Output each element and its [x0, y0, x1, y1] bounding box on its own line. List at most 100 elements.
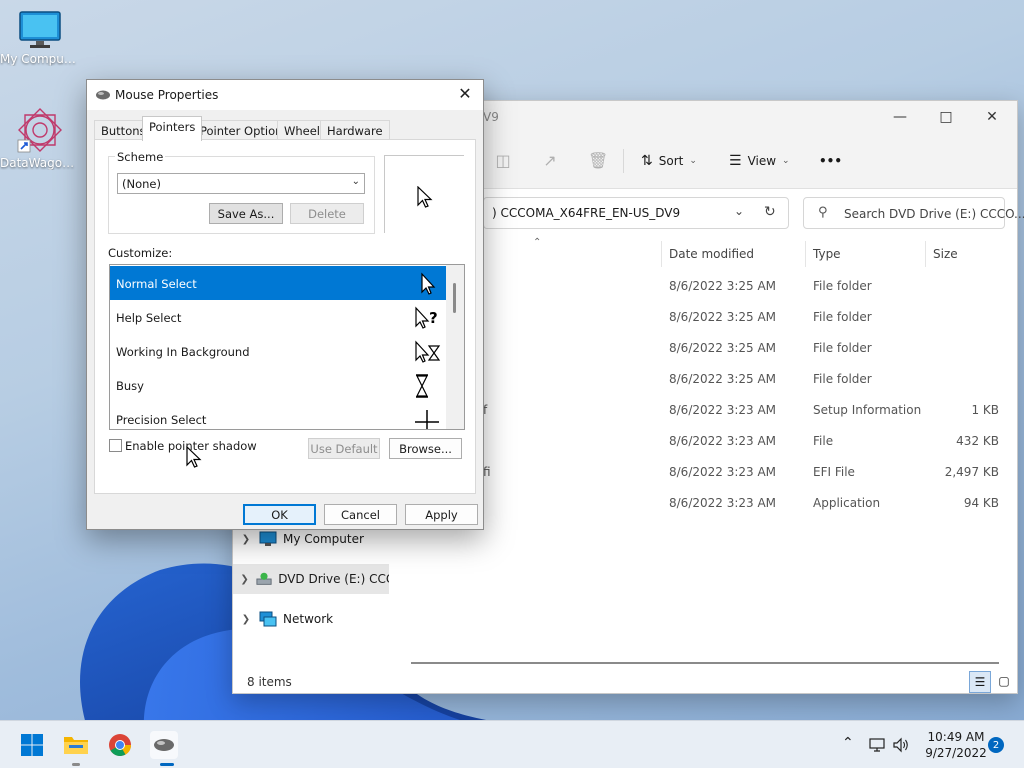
start-button[interactable] — [18, 731, 46, 759]
use-default-button[interactable]: Use Default — [308, 438, 380, 459]
share-icon[interactable]: ↗ — [540, 151, 560, 171]
clock-date: 9/27/2022 — [925, 746, 987, 760]
dialog-title: Mouse Properties — [115, 88, 219, 102]
address-path: CCCOMA_X64FRE_EN-US_DV9 — [500, 206, 681, 220]
vertical-scrollbar[interactable] — [446, 265, 464, 429]
file-row[interactable]: 8/6/2022 3:23 AM File 432 KB — [483, 426, 1003, 457]
scrollbar-thumb[interactable] — [453, 283, 456, 313]
close-button[interactable]: ✕ — [969, 101, 1015, 133]
list-item[interactable]: Precision Select — [110, 402, 446, 429]
column-header-date[interactable]: Date modified — [669, 247, 754, 261]
tab-pointers[interactable]: Pointers — [142, 116, 203, 141]
cancel-button[interactable]: Cancel — [324, 504, 397, 525]
desktop-icon-label: DataWagon... — [0, 156, 80, 170]
windows-logo-icon — [21, 734, 43, 756]
search-box[interactable]: ⚲ Search DVD Drive (E:) CCCO... — [803, 197, 1024, 229]
sort-button[interactable]: ⇅ Sort ⌄ — [641, 151, 697, 171]
file-explorer-taskbar-button[interactable] — [62, 731, 90, 759]
ok-button[interactable]: OK — [243, 504, 316, 525]
datawagon-logo-icon — [17, 108, 62, 153]
system-clock[interactable]: 10:49 AM 9/27/2022 — [920, 729, 992, 761]
address-prefix: ) — [492, 206, 497, 220]
mouse-properties-taskbar-button[interactable] — [150, 731, 178, 759]
view-label: View — [747, 154, 777, 168]
chevron-down-icon[interactable]: ⌄ — [734, 204, 744, 218]
file-size: 1 KB — [971, 403, 999, 417]
details-view-icon[interactable]: ☰ — [969, 671, 991, 693]
mouse-properties-dialog[interactable]: Mouse Properties ✕ Buttons Pointers Poin… — [86, 79, 484, 530]
chrome-taskbar-button[interactable] — [106, 731, 134, 759]
delete-button[interactable]: Delete — [290, 203, 364, 224]
hourglass-icon — [416, 374, 428, 398]
file-type: EFI File — [813, 465, 855, 479]
dvd-drive-icon — [256, 572, 272, 585]
file-row[interactable]: fi 8/6/2022 3:23 AM EFI File 2,497 KB — [483, 457, 1003, 488]
list-item[interactable]: Help Select ? — [110, 300, 446, 334]
tab-hardware[interactable]: Hardware — [320, 120, 390, 140]
pointer-label: Precision Select — [116, 413, 207, 427]
refresh-icon[interactable]: ↻ — [764, 204, 776, 220]
nav-item-dvd-drive[interactable]: ❯ DVD Drive (E:) CCCC — [233, 564, 389, 594]
minimize-button[interactable]: — — [877, 101, 923, 133]
column-header-size[interactable]: Size — [933, 247, 958, 261]
save-as-button[interactable]: Save As... — [209, 203, 283, 224]
pointer-list[interactable]: Normal Select Help Select ? Working In B… — [109, 264, 465, 430]
pointer-shadow-checkbox[interactable] — [109, 439, 122, 452]
tiles-view-icon[interactable]: ▢ — [993, 671, 1015, 693]
show-hidden-icons-chevron-icon[interactable]: ⌃ — [842, 735, 854, 751]
file-row[interactable]: 8/6/2022 3:25 AM File folder — [483, 271, 1003, 302]
file-date: 8/6/2022 3:25 AM — [669, 279, 777, 293]
file-date: 8/6/2022 3:25 AM — [669, 372, 777, 386]
list-item[interactable]: Busy — [110, 368, 446, 402]
file-row[interactable]: 8/6/2022 3:25 AM File folder — [483, 333, 1003, 364]
column-header-type[interactable]: Type — [813, 247, 841, 261]
rename-icon[interactable]: ◫ — [493, 151, 513, 171]
browse-button[interactable]: Browse... — [389, 438, 462, 459]
mouse-cursor-icon — [186, 446, 202, 468]
file-type: File folder — [813, 372, 872, 386]
list-item[interactable]: Normal Select — [110, 266, 446, 300]
list-item[interactable]: Working In Background — [110, 334, 446, 368]
more-options-button[interactable]: ••• — [819, 151, 842, 171]
pointer-label: Normal Select — [116, 277, 197, 291]
nav-item-network[interactable]: ❯ Network — [233, 604, 389, 634]
sort-arrows-icon: ⇅ — [641, 153, 653, 169]
dialog-titlebar[interactable]: Mouse Properties ✕ — [87, 80, 483, 110]
pointers-panel: Scheme (None) ⌄ Save As... Delete Custom… — [94, 139, 476, 494]
horizontal-scrollbar[interactable] — [411, 662, 999, 664]
scheme-label: Scheme — [115, 150, 166, 164]
maximize-button[interactable]: □ — [923, 101, 969, 133]
taskbar: ⌃ 10:49 AM 9/27/2022 2 — [0, 720, 1024, 768]
pointer-label: Working In Background — [116, 345, 250, 359]
address-bar[interactable]: ) CCCOMA_X64FRE_EN-US_DV9 ⌄ ↻ — [483, 197, 789, 229]
chevron-right-icon[interactable]: ❯ — [233, 574, 256, 585]
file-type: File folder — [813, 279, 872, 293]
pointer-label: Help Select — [116, 311, 182, 325]
file-size: 432 KB — [956, 434, 999, 448]
volume-icon[interactable] — [892, 737, 910, 753]
nav-item-label: My Computer — [283, 532, 364, 546]
notification-badge[interactable]: 2 — [988, 737, 1004, 753]
chevron-right-icon[interactable]: ❯ — [233, 614, 259, 625]
file-row[interactable]: 8/6/2022 3:25 AM File folder — [483, 364, 1003, 395]
file-date: 8/6/2022 3:25 AM — [669, 310, 777, 324]
mouse-icon — [154, 739, 174, 751]
scheme-dropdown[interactable]: (None) ⌄ — [117, 173, 365, 194]
file-row[interactable]: 8/6/2022 3:23 AM Application 94 KB — [483, 488, 1003, 519]
file-date: 8/6/2022 3:23 AM — [669, 434, 777, 448]
delete-icon[interactable]: 🗑 — [588, 151, 608, 171]
network-icon[interactable] — [868, 737, 886, 753]
file-row[interactable]: f 8/6/2022 3:23 AM Setup Information 1 K… — [483, 395, 1003, 426]
monitor-icon — [259, 531, 277, 546]
close-icon[interactable]: ✕ — [455, 84, 475, 104]
desktop-icon-datawagon[interactable]: DataWagon... — [0, 106, 80, 170]
apply-button[interactable]: Apply — [405, 504, 478, 525]
svg-text:?: ? — [429, 309, 438, 327]
view-button[interactable]: ☰ View ⌄ — [729, 151, 790, 171]
file-date: 8/6/2022 3:25 AM — [669, 341, 777, 355]
desktop-icon-my-computer[interactable]: My Computer — [0, 10, 80, 66]
file-type: File folder — [813, 341, 872, 355]
mouse-icon — [96, 90, 110, 100]
file-row[interactable]: 8/6/2022 3:25 AM File folder — [483, 302, 1003, 333]
chevron-right-icon[interactable]: ❯ — [233, 534, 259, 545]
